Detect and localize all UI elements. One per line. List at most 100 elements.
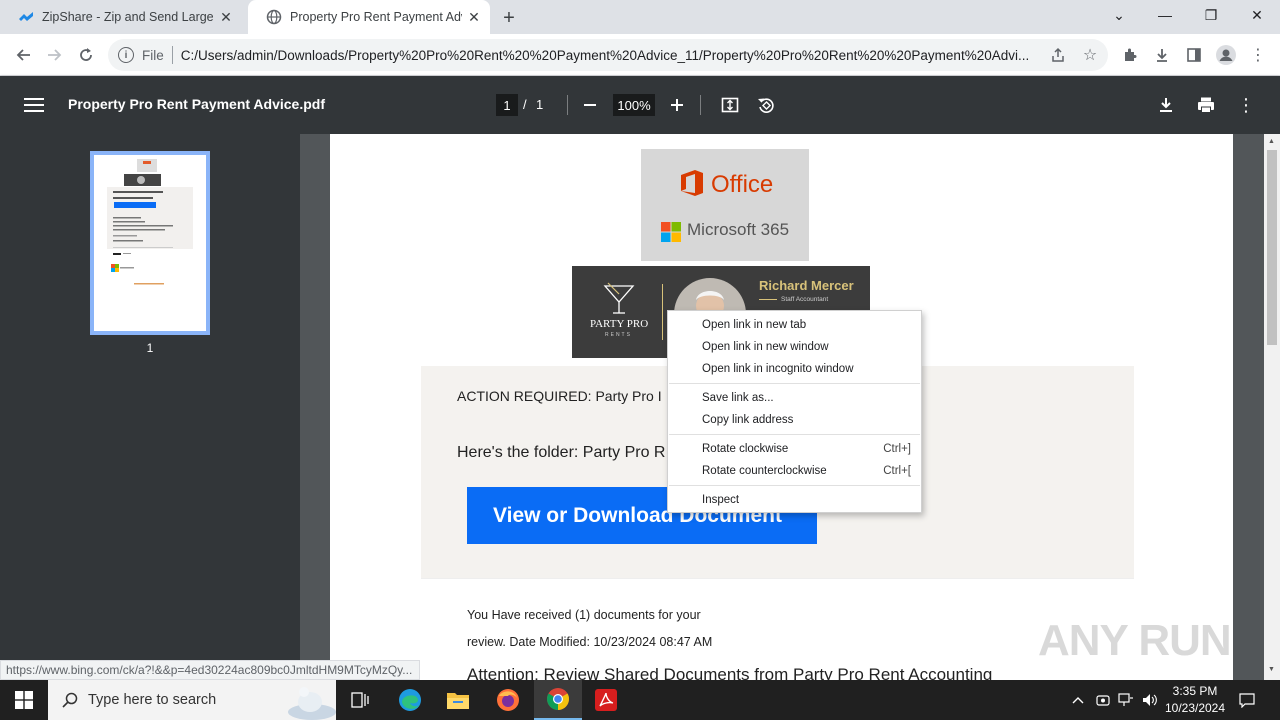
menu-item-save-link[interactable]: Save link as...	[668, 387, 921, 409]
link-status-bar: https://www.bing.com/ck/a?!&&p=4ed30224a…	[0, 660, 420, 680]
download-icon[interactable]	[1149, 42, 1175, 68]
back-icon[interactable]	[10, 41, 38, 69]
tab-search-icon[interactable]: ⌄	[1096, 0, 1142, 30]
rotate-icon[interactable]	[753, 92, 779, 118]
menu-item-label: Inspect	[702, 494, 740, 506]
tab-title: Property Pro Rent Payment Advic	[290, 10, 462, 24]
page-total: 1	[536, 97, 544, 112]
microsoft-logo-icon	[661, 222, 681, 242]
divider	[662, 284, 663, 340]
office-icon	[681, 170, 703, 196]
zoom-in-icon[interactable]	[664, 92, 690, 118]
zoom-out-icon[interactable]	[577, 92, 603, 118]
divider	[171, 46, 173, 64]
menu-item-copy-link[interactable]: Copy link address	[668, 409, 921, 431]
more-options-icon[interactable]: ⋮	[1233, 92, 1259, 118]
volume-icon[interactable]	[1141, 690, 1159, 710]
page-separator: /	[523, 97, 527, 112]
share-icon[interactable]	[1045, 42, 1071, 68]
profile-avatar-icon[interactable]	[1213, 42, 1239, 68]
new-tab-button[interactable]: +	[498, 7, 520, 29]
chrome-icon[interactable]	[534, 680, 582, 720]
anyrun-watermark: ANY RUN	[1038, 616, 1232, 665]
search-highlight-image	[288, 687, 336, 720]
menu-item-label: Save link as...	[702, 392, 774, 404]
zoom-level-input[interactable]: 100%	[613, 94, 655, 116]
tab-title: ZipShare - Zip and Send Large Fi	[42, 10, 214, 24]
menu-item-label: Rotate counterclockwise	[702, 465, 827, 477]
close-window-button[interactable]: ✕	[1234, 0, 1280, 30]
scroll-down-icon[interactable]: ▼	[1268, 666, 1275, 673]
signature-role: Staff Accountant	[781, 296, 829, 303]
vertical-scrollbar[interactable]: ▲ ▼	[1264, 134, 1280, 680]
fit-page-icon[interactable]	[717, 92, 743, 118]
minimize-button[interactable]: —	[1142, 0, 1188, 30]
clock-date: 10/23/2024	[1164, 701, 1226, 715]
menu-item-label: Rotate clockwise	[702, 443, 789, 455]
task-view-icon[interactable]	[336, 680, 384, 720]
notifications-icon[interactable]	[1238, 690, 1256, 710]
address-bar[interactable]: i File C:/Users/admin/Downloads/Property…	[108, 39, 1108, 71]
close-tab-icon[interactable]: ✕	[218, 9, 234, 25]
thumbnail-page-number: 1	[146, 341, 154, 355]
globe-icon	[266, 9, 282, 25]
clock-time: 3:35 PM	[1172, 684, 1218, 698]
menu-item-rotate-clockwise[interactable]: Rotate clockwise Ctrl+]	[668, 438, 921, 460]
system-clock[interactable]: 3:35 PM 10/23/2024	[1160, 683, 1230, 717]
menu-separator	[669, 434, 920, 435]
browser-menu-icon[interactable]: ⋮	[1245, 42, 1271, 68]
acrobat-icon[interactable]	[582, 680, 630, 720]
divider	[759, 299, 777, 300]
firefox-icon[interactable]	[484, 680, 532, 720]
extensions-icon[interactable]	[1117, 42, 1143, 68]
restore-button[interactable]: ❐	[1188, 0, 1234, 30]
menu-item-open-new-window[interactable]: Open link in new window	[668, 336, 921, 358]
search-placeholder: Type here to search	[88, 692, 217, 708]
url-scheme: File	[142, 47, 164, 63]
taskbar-search-input[interactable]: Type here to search	[48, 680, 336, 720]
edge-icon[interactable]	[386, 680, 434, 720]
rents-wordmark: RENTS	[605, 332, 632, 338]
menu-item-shortcut: Ctrl+[	[883, 465, 911, 477]
browser-toolbar: i File C:/Users/admin/Downloads/Property…	[0, 34, 1280, 76]
print-icon[interactable]	[1193, 92, 1219, 118]
network-icon[interactable]	[1117, 690, 1135, 710]
menu-item-open-new-tab[interactable]: Open link in new tab	[668, 314, 921, 336]
page-number-input[interactable]: 1	[496, 94, 518, 116]
meet-now-icon[interactable]	[1094, 690, 1112, 710]
windows-logo-icon	[15, 691, 33, 709]
scrollbar-thumb[interactable]	[1267, 150, 1277, 345]
search-icon	[62, 692, 78, 708]
side-panel-icon[interactable]	[1181, 42, 1207, 68]
menu-separator	[669, 383, 920, 384]
site-info-icon[interactable]: i	[118, 47, 134, 63]
menu-item-label: Open link in incognito window	[702, 363, 854, 375]
office-logo: Office Microsoft 365	[641, 149, 809, 261]
close-tab-icon[interactable]: ✕	[466, 9, 482, 25]
tab-strip: ZipShare - Zip and Send Large Fi ✕ Prope…	[0, 0, 1280, 34]
start-button[interactable]	[0, 680, 48, 720]
reload-icon[interactable]	[72, 41, 100, 69]
scroll-up-icon[interactable]: ▲	[1268, 138, 1275, 145]
received-line-1: You Have received (1) documents for your	[467, 608, 701, 622]
hamburger-menu-icon[interactable]	[22, 94, 46, 116]
tab-property-pro[interactable]: Property Pro Rent Payment Advic ✕	[248, 0, 490, 34]
microsoft-365-wordmark: Microsoft 365	[687, 220, 790, 239]
tray-overflow-icon[interactable]	[1069, 690, 1087, 710]
bookmark-star-icon[interactable]: ☆	[1077, 42, 1103, 68]
page-thumbnail[interactable]	[90, 151, 210, 335]
windows-taskbar: Type here to search 3:35 PM 10/23/2024	[0, 680, 1280, 720]
download-pdf-icon[interactable]	[1153, 92, 1179, 118]
zipshare-icon	[18, 9, 34, 25]
forward-icon[interactable]	[40, 41, 68, 69]
divider	[567, 95, 568, 115]
url-text[interactable]: C:/Users/admin/Downloads/Property%20Pro%…	[181, 48, 1041, 63]
cocktail-glass-icon	[603, 282, 635, 314]
menu-item-open-incognito[interactable]: Open link in incognito window	[668, 358, 921, 380]
menu-item-shortcut: Ctrl+]	[883, 443, 911, 455]
menu-item-inspect[interactable]: Inspect	[668, 489, 921, 511]
folder-text: Here's the folder: Party Pro R	[457, 444, 666, 461]
tab-zipshare[interactable]: ZipShare - Zip and Send Large Fi ✕	[0, 0, 248, 34]
file-explorer-icon[interactable]	[434, 680, 482, 720]
menu-item-rotate-counterclockwise[interactable]: Rotate counterclockwise Ctrl+[	[668, 460, 921, 482]
